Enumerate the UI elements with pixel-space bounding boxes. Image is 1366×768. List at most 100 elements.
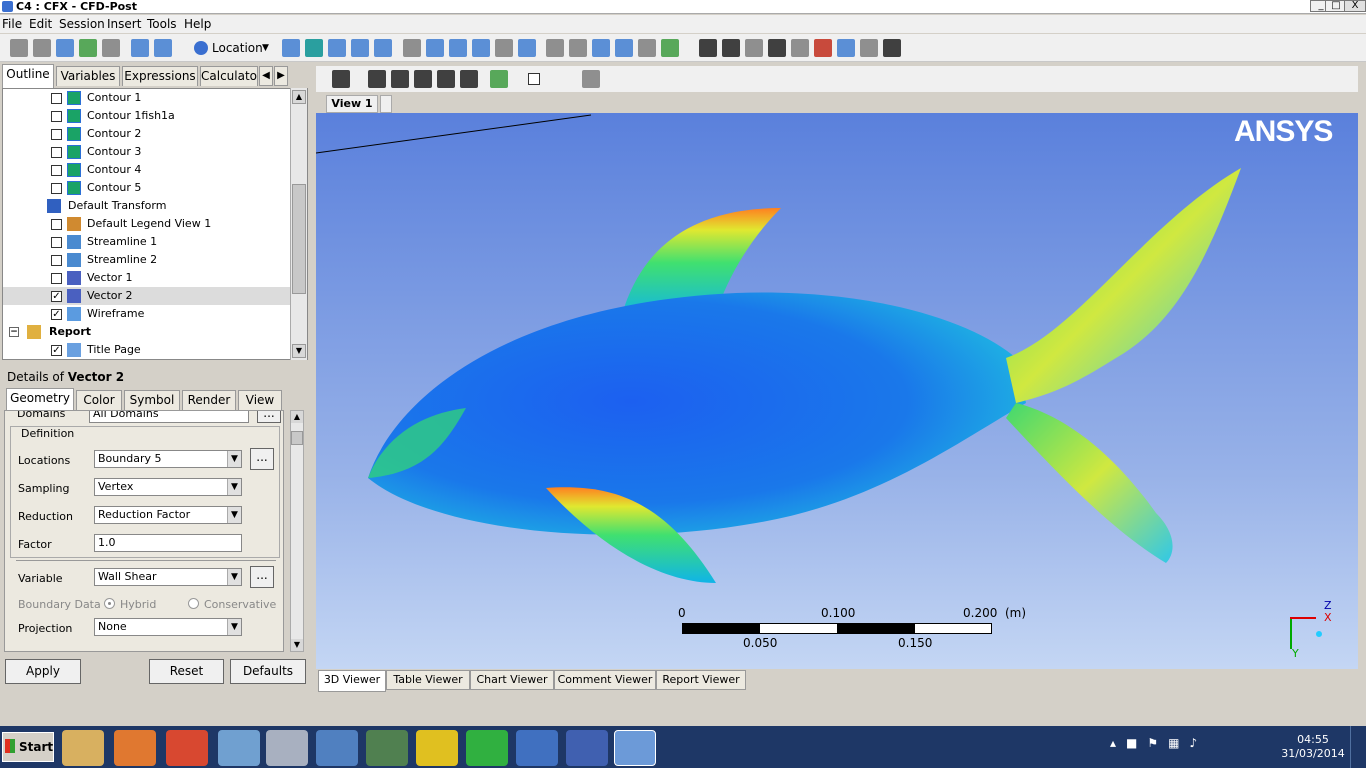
show-desktop-button[interactable]	[1350, 726, 1366, 768]
tree-item[interactable]: Contour 5	[3, 179, 293, 197]
tree-item[interactable]: Streamline 1	[3, 233, 293, 251]
defaults-button[interactable]: Defaults	[230, 659, 306, 684]
animation-icon[interactable]	[722, 39, 740, 57]
vector-tool-icon[interactable]	[282, 39, 300, 57]
checkbox[interactable]	[51, 219, 62, 230]
checkbox[interactable]	[51, 237, 62, 248]
color-map-icon[interactable]	[518, 39, 536, 57]
macro-calculator-icon[interactable]	[814, 39, 832, 57]
chevron-down-icon[interactable]: ▼	[227, 479, 241, 495]
select-icon[interactable]	[332, 70, 350, 88]
chevron-down-icon[interactable]: ▼	[227, 451, 241, 467]
checkbox[interactable]: ✓	[51, 291, 62, 302]
command-editor-icon[interactable]	[883, 39, 901, 57]
chrome-icon[interactable]	[166, 730, 208, 766]
tree-item[interactable]: ✓ Wireframe	[3, 305, 293, 323]
menu-edit[interactable]: Edit	[29, 15, 52, 33]
menu-tools[interactable]: Tools	[147, 15, 177, 33]
tree-item[interactable]: − Report	[3, 323, 293, 341]
checkbox[interactable]	[51, 111, 62, 122]
tab-expressions[interactable]: Expressions	[122, 66, 198, 86]
tab-variables[interactable]: Variables	[56, 66, 120, 86]
open-icon[interactable]	[33, 39, 51, 57]
streamline-tool-icon[interactable]	[328, 39, 346, 57]
projection-select[interactable]: None ▼	[94, 618, 242, 636]
fit-view-icon[interactable]	[490, 70, 508, 88]
chart-tool-icon[interactable]	[615, 39, 633, 57]
legend-tool-icon[interactable]	[449, 39, 467, 57]
tab-outline[interactable]: Outline	[2, 64, 54, 88]
tree-item[interactable]: Contour 2	[3, 125, 293, 143]
undo-icon[interactable]	[131, 39, 149, 57]
3d-viewport[interactable]: ANSYS 0 0.100 0.200 (m) 0.050 0.150 Z X …	[316, 113, 1358, 669]
domains-more-button[interactable]: ...	[257, 411, 281, 423]
instance-transform-icon[interactable]	[472, 39, 490, 57]
view-layout-button[interactable]	[380, 95, 392, 113]
chevron-down-icon[interactable]: ▼	[227, 507, 241, 523]
tab-render[interactable]: Render	[182, 390, 236, 410]
close-button[interactable]: X	[1344, 0, 1366, 12]
tree-item[interactable]: ✓ Title Page	[3, 341, 293, 359]
paint-icon[interactable]	[218, 730, 260, 766]
variable-tool-icon[interactable]	[546, 39, 564, 57]
chevron-down-icon[interactable]: ▼	[227, 619, 241, 635]
cfd-post-icon[interactable]	[614, 730, 656, 766]
tab-geometry[interactable]: Geometry	[6, 388, 74, 410]
text-tool-icon[interactable]	[403, 39, 421, 57]
remote-desktop-icon[interactable]	[366, 730, 408, 766]
scroll-up-icon[interactable]: ▲	[292, 90, 306, 104]
collapse-icon[interactable]: −	[9, 327, 19, 337]
tree-item[interactable]: Default Transform	[3, 197, 293, 215]
scroll-thumb[interactable]	[291, 431, 303, 445]
checkbox[interactable]	[51, 165, 62, 176]
tab-report-viewer[interactable]: Report Viewer	[656, 670, 746, 690]
details-scrollbar[interactable]: ▲ ▼	[290, 410, 304, 652]
tab-scroll-left[interactable]: ◀	[259, 66, 273, 86]
clip-plane-icon[interactable]	[495, 39, 513, 57]
zoom-box-icon[interactable]	[437, 70, 455, 88]
chevron-down-icon[interactable]: ▼	[227, 569, 241, 585]
particle-track-icon[interactable]	[351, 39, 369, 57]
rotate-icon[interactable]	[368, 70, 386, 88]
screenshot-icon[interactable]	[102, 39, 120, 57]
new-icon[interactable]	[10, 39, 28, 57]
table-tool-icon[interactable]	[592, 39, 610, 57]
tab-symbol[interactable]: Symbol	[124, 390, 180, 410]
checkbox[interactable]	[51, 255, 62, 266]
comment-tool-icon[interactable]	[638, 39, 656, 57]
zoom-fit-icon[interactable]	[460, 70, 478, 88]
cfx-launcher-icon[interactable]	[516, 730, 558, 766]
tree-item[interactable]: Contour 3	[3, 143, 293, 161]
factor-input[interactable]: 1.0	[94, 534, 242, 552]
scroll-up-icon[interactable]: ▲	[291, 411, 303, 423]
function-calculator-icon[interactable]	[791, 39, 809, 57]
variable-more-button[interactable]: ...	[250, 566, 274, 588]
menu-insert[interactable]: Insert	[107, 15, 141, 33]
checkbox[interactable]	[51, 183, 62, 194]
tree-item[interactable]: Vector 1	[3, 269, 293, 287]
tray-volume-icon[interactable]: ♪	[1189, 736, 1207, 750]
timestep-icon[interactable]	[699, 39, 717, 57]
pan-icon[interactable]	[391, 70, 409, 88]
tab-table-viewer[interactable]: Table Viewer	[386, 670, 470, 690]
tab-3d-viewer[interactable]: 3D Viewer	[318, 670, 386, 692]
tray-app-icon[interactable]: ■	[1126, 736, 1147, 750]
menu-help[interactable]: Help	[184, 15, 211, 33]
reduction-select[interactable]: Reduction Factor ▼	[94, 506, 242, 524]
media-player-icon[interactable]	[114, 730, 156, 766]
checkbox[interactable]	[51, 147, 62, 158]
ansys-workbench-icon[interactable]	[416, 730, 458, 766]
tree-item[interactable]: Contour 1	[3, 89, 293, 107]
calculator-icon[interactable]	[266, 730, 308, 766]
hybrid-radio[interactable]	[104, 598, 115, 609]
tree-item[interactable]: Streamline 2	[3, 251, 293, 269]
tab-comment-viewer[interactable]: Comment Viewer	[554, 670, 656, 690]
scroll-thumb[interactable]	[292, 184, 306, 294]
refresh-icon[interactable]	[79, 39, 97, 57]
tab-color[interactable]: Color	[76, 390, 122, 410]
variable-select[interactable]: Wall Shear ▼	[94, 568, 242, 586]
tree-scrollbar[interactable]: ▲ ▼	[290, 88, 307, 360]
tree-item[interactable]: Contour 1fish1a	[3, 107, 293, 125]
save-icon[interactable]	[56, 39, 74, 57]
clock[interactable]: 04:55 31/03/2014	[1278, 733, 1348, 761]
